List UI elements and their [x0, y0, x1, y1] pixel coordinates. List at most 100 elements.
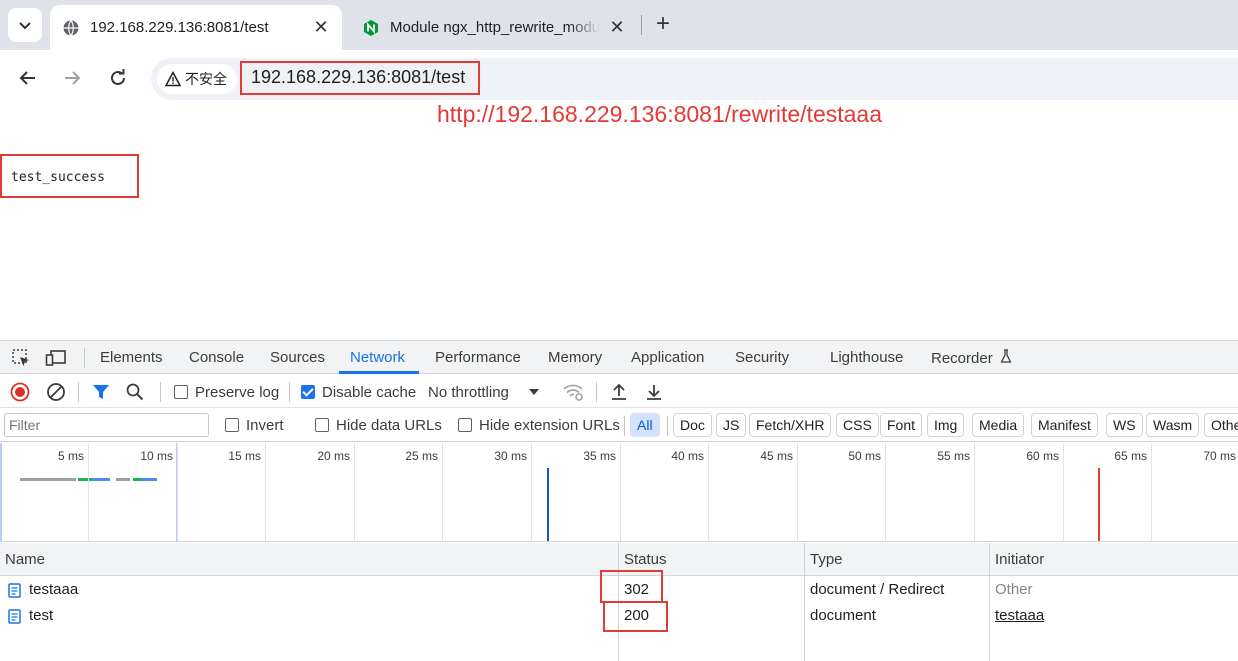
new-tab-button[interactable]: + — [651, 12, 675, 37]
timeline-tick-label: 30 ms — [494, 449, 527, 463]
timeline-gridline — [442, 443, 443, 541]
type-filter-media[interactable]: Media — [972, 413, 1025, 437]
timeline-selection-handle[interactable] — [0, 443, 2, 541]
type-filter-manifest[interactable]: Manifest — [1031, 413, 1098, 437]
devtools-tab-console[interactable]: Console — [189, 349, 244, 366]
back-button[interactable] — [16, 66, 40, 90]
request-initiator-link[interactable]: testaaa — [995, 607, 1044, 624]
hide-data-urls-checkbox[interactable]: Hide data URLs — [315, 415, 442, 435]
disable-cache-label: Disable cache — [322, 383, 417, 401]
devtools-panel: Elements Console Sources Network Perform… — [0, 340, 1238, 661]
browser-toolbar: 不安全 192.168.229.136:8081/test — [0, 50, 1238, 106]
import-har-button[interactable] — [610, 382, 628, 402]
stop-recording-button[interactable] — [10, 382, 30, 402]
hide-extension-urls-label: Hide extension URLs — [479, 416, 620, 434]
type-filter-ws[interactable]: WS — [1106, 413, 1143, 437]
flask-icon — [1000, 349, 1012, 363]
device-toolbar-icon[interactable] — [45, 347, 67, 369]
timeline-gridline — [88, 443, 89, 541]
timeline-bar-download — [141, 478, 157, 481]
throttling-value: No throttling — [428, 383, 509, 401]
toolbar-separator — [84, 348, 85, 368]
column-header-initiator[interactable]: Initiator — [990, 543, 1044, 576]
timeline-tick-label: 55 ms — [937, 449, 970, 463]
close-icon[interactable]: ✕ — [608, 18, 626, 36]
type-filter-doc[interactable]: Doc — [673, 413, 712, 437]
devtools-tab-application[interactable]: Application — [631, 349, 704, 366]
timeline-tick-label: 35 ms — [583, 449, 616, 463]
clear-button[interactable] — [46, 382, 66, 402]
type-filter-other[interactable]: Other — [1204, 413, 1238, 437]
checkbox-unchecked[interactable] — [458, 418, 472, 432]
preserve-log-label: Preserve log — [195, 383, 280, 401]
filter-toggle-button[interactable] — [92, 382, 110, 402]
type-filter-css[interactable]: CSS — [836, 413, 879, 437]
type-filter-wasm[interactable]: Wasm — [1146, 413, 1200, 437]
type-filter-img[interactable]: Img — [927, 413, 965, 437]
devtools-tab-lighthouse[interactable]: Lighthouse — [830, 349, 903, 366]
document-icon — [8, 583, 21, 598]
arrow-right-icon — [65, 71, 81, 85]
checkbox-checked[interactable] — [301, 385, 315, 399]
checkbox-unchecked[interactable] — [225, 418, 239, 432]
redirect-annotation: http://192.168.229.136:8081/rewrite/test… — [437, 101, 882, 127]
hide-data-urls-label: Hide data URLs — [336, 416, 442, 434]
timeline-bar-ttfb — [78, 478, 92, 481]
type-filter-fetch-xhr[interactable]: Fetch/XHR — [749, 413, 832, 437]
tab-active[interactable]: 192.168.229.136:8081/test ✕ — [50, 5, 342, 50]
security-indicator[interactable]: 不安全 — [157, 64, 237, 94]
forward-button[interactable] — [60, 66, 84, 90]
invert-checkbox[interactable]: Invert — [225, 415, 284, 435]
search-button[interactable] — [126, 382, 144, 402]
tab-strip: 192.168.229.136:8081/test ✕ Module ngx_h… — [0, 0, 1238, 50]
type-filter-font[interactable]: Font — [880, 413, 923, 437]
timeline-gridline — [177, 443, 178, 541]
url-highlight-box — [240, 61, 480, 95]
type-filter-js[interactable]: JS — [716, 413, 747, 437]
preserve-log-checkbox[interactable]: Preserve log — [174, 382, 279, 402]
request-type: document — [810, 607, 876, 624]
column-header-name[interactable]: Name — [0, 543, 45, 576]
timeline-bar-waiting — [116, 478, 130, 481]
devtools-tab-elements[interactable]: Elements — [100, 349, 163, 366]
tab-search-button[interactable] — [8, 8, 42, 42]
recorder-label: Recorder — [931, 350, 993, 367]
document-icon — [8, 609, 21, 624]
network-overview-timeline[interactable]: 5 ms 10 ms 15 ms 20 ms 25 ms 30 ms 35 ms 40 ms 4… — [0, 443, 1238, 542]
network-conditions-button[interactable] — [563, 382, 585, 402]
filter-input[interactable] — [4, 413, 209, 437]
column-header-type[interactable]: Type — [805, 543, 843, 576]
timeline-gridline — [708, 443, 709, 541]
tab-title: 192.168.229.136:8081/test — [90, 19, 269, 36]
download-icon — [647, 385, 661, 400]
devtools-tab-security[interactable]: Security — [735, 349, 789, 366]
checkbox-unchecked[interactable] — [174, 385, 188, 399]
timeline-tick-label: 70 ms — [1203, 449, 1236, 463]
reload-icon — [111, 69, 125, 85]
export-har-button[interactable] — [645, 382, 663, 402]
devtools-tab-performance[interactable]: Performance — [435, 349, 521, 366]
reload-button[interactable] — [106, 66, 130, 90]
column-divider[interactable] — [804, 543, 805, 661]
timeline-gridline — [797, 443, 798, 541]
filter-icon — [93, 385, 109, 399]
devtools-tab-sources[interactable]: Sources — [270, 349, 325, 366]
timeline-tick-label: 40 ms — [671, 449, 704, 463]
throttling-select[interactable]: No throttling — [428, 382, 540, 402]
disable-cache-checkbox[interactable]: Disable cache — [301, 382, 416, 402]
timeline-tick-label: 25 ms — [405, 449, 438, 463]
toolbar-separator — [289, 382, 290, 402]
timeline-bar-ttfb — [133, 478, 141, 481]
devtools-tab-recorder[interactable]: Recorder — [931, 349, 1012, 367]
devtools-tab-network[interactable]: Network — [350, 349, 405, 366]
hide-extension-urls-checkbox[interactable]: Hide extension URLs — [458, 415, 620, 435]
column-divider[interactable] — [989, 543, 990, 661]
devtools-tab-memory[interactable]: Memory — [548, 349, 602, 366]
inspect-element-icon[interactable] — [10, 347, 32, 369]
tab-inactive[interactable]: Module ngx_http_rewrite_module ✕ — [350, 5, 638, 50]
timeline-gridline — [531, 443, 532, 541]
nginx-icon — [362, 19, 380, 37]
type-filter-all[interactable]: All — [630, 413, 660, 437]
checkbox-unchecked[interactable] — [315, 418, 329, 432]
close-icon[interactable]: ✕ — [312, 18, 330, 36]
